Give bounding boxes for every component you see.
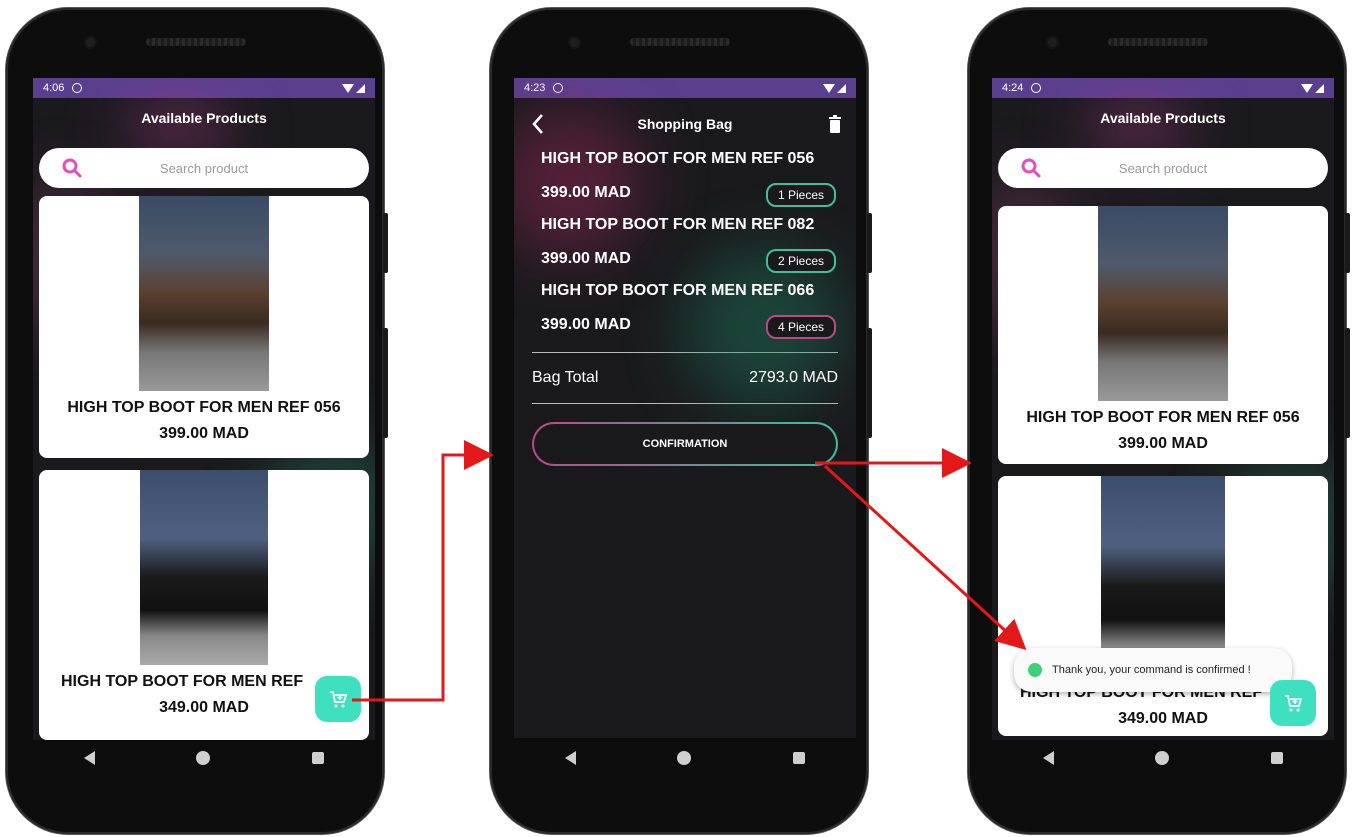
product-card[interactable]: HIGH TOP BOOT FOR MEN REF 056 399.00 MAD xyxy=(39,196,369,458)
toast-message: Thank you, your command is confirmed ! xyxy=(1014,648,1292,692)
bag-item: HIGH TOP BOOT FOR MEN REF 056 399.00 MAD… xyxy=(514,150,856,282)
product-name: HIGH TOP BOOT FOR MEN REF 056 xyxy=(67,399,341,416)
page-title: Available Products xyxy=(141,110,267,126)
phone-frame-2: 4:23 Shopping Bag HIGH TOP BOOT FOR MEN … xyxy=(490,8,872,834)
bag-item-price: 399.00 MAD xyxy=(541,184,631,201)
status-time: 4:23 xyxy=(524,82,546,94)
bag-item-name: HIGH TOP BOOT FOR MEN REF 056 xyxy=(541,150,815,167)
divider xyxy=(532,403,838,404)
toast-text: Thank you, your command is confirmed ! xyxy=(1052,663,1251,676)
wifi-icon xyxy=(1301,83,1313,93)
bag-item-price: 399.00 MAD xyxy=(541,250,631,267)
bag-header: Shopping Bag xyxy=(514,98,856,150)
android-icon xyxy=(1028,663,1042,677)
search-input[interactable]: Search product xyxy=(39,148,369,188)
status-time: 4:24 xyxy=(1002,82,1024,94)
system-nav-bar xyxy=(33,732,375,784)
wifi-icon xyxy=(823,83,835,93)
nav-recents-button[interactable] xyxy=(793,752,806,764)
bag-item-qty[interactable]: 4 Pieces xyxy=(765,315,836,339)
trash-icon[interactable] xyxy=(828,115,842,133)
android-icon xyxy=(72,83,83,93)
confirmation-button[interactable]: CONFIRMATION xyxy=(532,422,838,466)
phone-frame-1: 4:06 Available Products Search product H… xyxy=(6,8,388,834)
camera-icon xyxy=(570,38,579,47)
nav-recents-button[interactable] xyxy=(1271,752,1284,764)
cart-add-icon xyxy=(1285,695,1303,712)
nav-home-button[interactable] xyxy=(1155,751,1170,765)
bag-item-qty[interactable]: 1 Pieces xyxy=(765,183,836,207)
speaker-grille xyxy=(1108,38,1208,46)
product-price: 399.00 MAD xyxy=(1118,435,1208,452)
cart-button[interactable] xyxy=(315,676,361,722)
cart-add-icon xyxy=(330,691,348,708)
screen-bag: 4:23 Shopping Bag HIGH TOP BOOT FOR MEN … xyxy=(514,78,856,738)
android-icon xyxy=(1031,83,1042,93)
status-time: 4:06 xyxy=(43,82,65,94)
product-image xyxy=(1098,206,1228,401)
status-bar: 4:24 xyxy=(992,78,1334,98)
speaker-grille xyxy=(146,38,246,46)
nav-back-button[interactable] xyxy=(83,751,95,765)
bag-item-name: HIGH TOP BOOT FOR MEN REF 066 xyxy=(541,282,815,299)
status-bar: 4:06 xyxy=(33,78,375,98)
bag-item-qty[interactable]: 2 Pieces xyxy=(765,249,836,273)
page-title: Shopping Bag xyxy=(637,116,733,132)
product-image xyxy=(1101,476,1225,676)
product-card[interactable]: HIGH TOP BOOT FOR MEN REF 056 399.00 MAD xyxy=(998,206,1328,464)
bag-total-value: 2793.0 MAD xyxy=(749,369,838,386)
nav-recents-button[interactable] xyxy=(312,752,325,764)
nav-home-button[interactable] xyxy=(677,751,692,765)
bag-item-price: 399.00 MAD xyxy=(541,316,631,333)
wifi-icon xyxy=(342,83,354,93)
screen-products: 4:06 Available Products Search product H… xyxy=(33,78,375,740)
status-bar: 4:23 xyxy=(514,78,856,98)
camera-icon xyxy=(1048,38,1057,47)
speaker-grille xyxy=(630,38,730,46)
system-nav-bar xyxy=(992,732,1334,784)
search-placeholder: Search product xyxy=(1118,160,1208,176)
product-image xyxy=(140,470,268,665)
product-image xyxy=(139,196,269,391)
phone-frame-3: 4:24 Available Products Search product H… xyxy=(968,8,1350,834)
product-price: 399.00 MAD xyxy=(159,425,249,442)
android-icon xyxy=(553,83,564,93)
nav-back-button[interactable] xyxy=(564,751,576,765)
search-input[interactable]: Search product xyxy=(998,148,1328,188)
bag-total-row: Bag Total 2793.0 MAD xyxy=(514,353,856,403)
bag-total-label: Bag Total xyxy=(532,369,599,386)
nav-home-button[interactable] xyxy=(196,751,211,765)
cart-button[interactable] xyxy=(1270,680,1316,726)
screen-products-confirmed: 4:24 Available Products Search product H… xyxy=(992,78,1334,740)
bag-item: HIGH TOP BOOT FOR MEN REF 066 399.00 MAD… xyxy=(514,282,856,352)
product-name: HIGH TOP BOOT FOR MEN REF 056 xyxy=(1026,409,1300,426)
page-title: Available Products xyxy=(1100,110,1226,126)
confirmation-label: CONFIRMATION xyxy=(642,438,728,450)
signal-icon xyxy=(837,83,846,93)
signal-icon xyxy=(356,83,365,93)
nav-back-button[interactable] xyxy=(1042,751,1054,765)
back-arrow-icon[interactable] xyxy=(530,113,546,135)
search-placeholder: Search product xyxy=(159,160,249,176)
camera-icon xyxy=(86,38,95,47)
system-nav-bar xyxy=(514,732,856,784)
signal-icon xyxy=(1315,83,1324,93)
bag-item-name: HIGH TOP BOOT FOR MEN REF 082 xyxy=(541,216,815,233)
